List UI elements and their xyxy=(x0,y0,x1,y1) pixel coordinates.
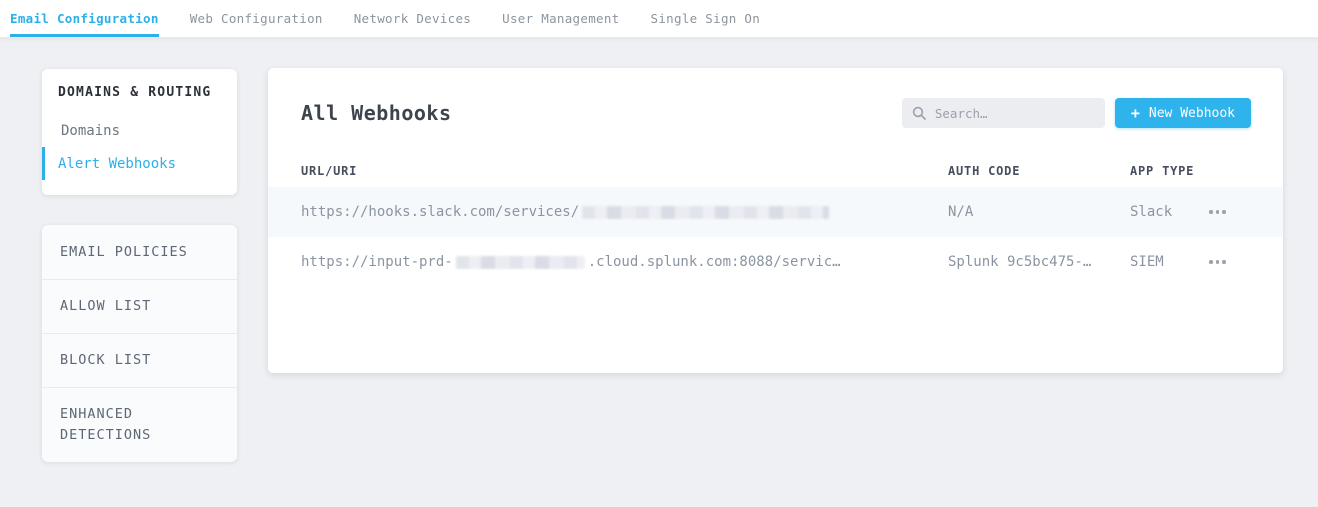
page-title: All Webhooks xyxy=(301,101,902,125)
tab-web-configuration[interactable]: Web Configuration xyxy=(190,0,323,37)
sidebar-item-enhanced-detections[interactable]: ENHANCED DETECTIONS xyxy=(42,387,237,462)
app-window: Email Configuration Web Configuration Ne… xyxy=(0,0,1318,507)
new-webhook-button-label: New Webhook xyxy=(1149,106,1235,121)
row-menu-ellipsis-button[interactable] xyxy=(1207,254,1235,270)
column-header-url: URL/URI xyxy=(301,164,948,178)
tab-email-configuration[interactable]: Email Configuration xyxy=(10,0,159,37)
app-type-value: Slack xyxy=(1130,204,1207,220)
tab-network-devices[interactable]: Network Devices xyxy=(354,0,471,37)
table-row-slack-webhook: https://hooks.slack.com/services/ N/A Sl… xyxy=(268,187,1283,237)
url-text: .cloud.splunk.com:8088/servic… xyxy=(588,254,841,270)
sidebar-item-alert-webhooks[interactable]: Alert Webhooks xyxy=(42,147,237,180)
sidebar-group-header: DOMAINS & ROUTING xyxy=(42,85,237,114)
sidebar-item-block-list[interactable]: BLOCK LIST xyxy=(42,333,237,387)
new-webhook-button[interactable]: + New Webhook xyxy=(1115,98,1251,128)
auth-code-value: N/A xyxy=(948,204,1130,220)
column-header-auth-code: AUTH CODE xyxy=(948,164,1130,178)
url-text: https://input-prd- xyxy=(301,254,453,270)
auth-code-value: Splunk 9c5bc475-… xyxy=(948,254,1130,270)
top-nav-bar: Email Configuration Web Configuration Ne… xyxy=(0,0,1318,38)
search-icon xyxy=(912,106,926,120)
search-box[interactable] xyxy=(902,98,1105,128)
tab-user-management[interactable]: User Management xyxy=(502,0,619,37)
table-header: URL/URI AUTH CODE APP TYPE xyxy=(301,155,1251,187)
app-type-value: SIEM xyxy=(1130,254,1207,270)
redacted-url-segment xyxy=(582,206,829,219)
sidebar-item-domains[interactable]: Domains xyxy=(42,114,237,147)
table-row-splunk-webhook: https://input-prd- .cloud.splunk.com:808… xyxy=(268,237,1283,287)
plus-icon: + xyxy=(1131,106,1140,121)
webhooks-panel: All Webhooks + New Webhook URL/URI AUTH … xyxy=(268,68,1283,373)
webhook-url: https://input-prd- .cloud.splunk.com:808… xyxy=(301,254,948,270)
sidebar-item-allow-list[interactable]: ALLOW LIST xyxy=(42,279,237,333)
search-input[interactable] xyxy=(935,106,1085,121)
sidebar-item-email-policies[interactable]: EMAIL POLICIES xyxy=(42,225,237,279)
sidebar-sections-card: EMAIL POLICIES ALLOW LIST BLOCK LIST ENH… xyxy=(42,225,237,462)
column-header-app-type: APP TYPE xyxy=(1130,164,1207,178)
redacted-url-segment xyxy=(456,256,585,269)
webhook-url: https://hooks.slack.com/services/ xyxy=(301,204,948,220)
tab-single-sign-on[interactable]: Single Sign On xyxy=(651,0,761,37)
row-menu-ellipsis-button[interactable] xyxy=(1207,204,1235,220)
sidebar-domains-routing-card: DOMAINS & ROUTING Domains Alert Webhooks xyxy=(42,69,237,195)
panel-header: All Webhooks + New Webhook xyxy=(301,98,1251,128)
url-text: https://hooks.slack.com/services/ xyxy=(301,204,579,220)
